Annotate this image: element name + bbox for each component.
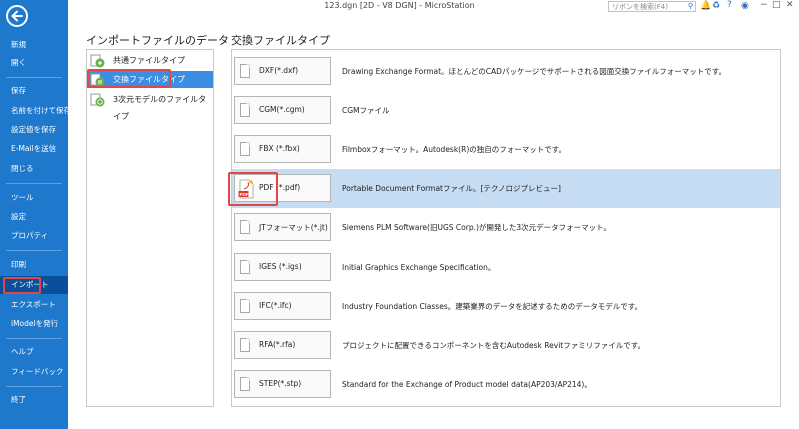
- sidebar-divider: [6, 250, 62, 251]
- file-type-row-jt[interactable]: JTフォーマット(*.jt) Siemens PLM Software(旧UGS…: [232, 208, 780, 247]
- file-type-row-fbx[interactable]: FBX (*.fbx) Filmboxフォーマット。Autodesk(R)の独自…: [232, 130, 780, 169]
- sidebar-item-save-as[interactable]: 名前を付けて保存: [0, 102, 71, 120]
- search-placeholder: リボンを検索(F4): [612, 3, 668, 11]
- file-type-description: Initial Graphics Exchange Specification。: [342, 263, 496, 272]
- file-type-row-ifc[interactable]: IFC(*.ifc) Industry Foundation Classes。建…: [232, 287, 780, 326]
- document-icon: [240, 142, 250, 156]
- category-3d-model-file-types[interactable]: 3次元モデルのファイルタイプ: [87, 91, 213, 121]
- file-type-description: CGMファイル: [342, 106, 390, 115]
- file-type-description: Industry Foundation Classes。建築業界のデータを記述す…: [342, 302, 642, 311]
- sidebar-divider: [6, 77, 62, 78]
- 3d-model-icon: [90, 93, 105, 107]
- sidebar-item-open[interactable]: 開く: [0, 54, 68, 72]
- highlight-box-import: [3, 277, 41, 294]
- highlight-box-exchange: [87, 69, 171, 88]
- sidebar-item-properties[interactable]: プロパティ: [0, 227, 68, 245]
- document-icon: [240, 220, 250, 234]
- category-label: 共通ファイルタイプ: [113, 56, 185, 65]
- sidebar-item-feedback[interactable]: フィードバック: [0, 363, 68, 381]
- sidebar-item-close[interactable]: 閉じる: [0, 160, 68, 178]
- file-type-row-step[interactable]: STEP(*.stp) Standard for the Exchange of…: [232, 365, 780, 404]
- import-cgm-button[interactable]: CGM(*.cgm): [234, 96, 331, 124]
- sidebar-divider: [6, 338, 62, 339]
- document-icon: [240, 103, 250, 117]
- exchange-file-type-list: DXF(*.dxf) Drawing Exchange Format。ほとんどの…: [231, 49, 781, 407]
- file-type-row-pdf[interactable]: PDF PDF (*.pdf) Portable Document Format…: [232, 169, 780, 208]
- file-type-label: IFC(*.ifc): [259, 301, 292, 310]
- document-icon: [240, 338, 250, 352]
- document-icon: [240, 260, 250, 274]
- file-type-label: FBX (*.fbx): [259, 144, 300, 153]
- import-fbx-button[interactable]: FBX (*.fbx): [234, 135, 331, 163]
- document-icon: [240, 64, 250, 78]
- help-icon[interactable]: ?: [727, 0, 732, 10]
- sidebar-item-save-settings[interactable]: 設定値を保存: [0, 121, 68, 139]
- sidebar-item-send-email[interactable]: E-Mailを送信: [0, 140, 68, 158]
- import-panel-title: インポートファイルのデータ: [86, 34, 229, 47]
- back-button[interactable]: [6, 5, 28, 27]
- import-jt-button[interactable]: JTフォーマット(*.jt): [234, 213, 331, 241]
- ribbon-search-input[interactable]: リボンを検索(F4) ⚲: [608, 1, 696, 12]
- sidebar-item-tools[interactable]: ツール: [0, 189, 68, 207]
- title-bar: 123.dgn [2D - V8 DGN] - MicroStation リボン…: [0, 0, 799, 14]
- file-type-description: Filmboxフォーマット。Autodesk(R)の独自のフォーマットです。: [342, 145, 566, 154]
- file-type-label: DXF(*.dxf): [259, 66, 299, 75]
- file-type-label: RFA(*.rfa): [259, 340, 296, 349]
- file-type-row-cgm[interactable]: CGM(*.cgm) CGMファイル: [232, 91, 780, 130]
- minimize-button[interactable]: −: [760, 0, 768, 10]
- import-iges-button[interactable]: IGES (*.igs): [234, 253, 331, 281]
- exchange-panel-title: 交換ファイルタイプ: [231, 34, 330, 47]
- file-type-label: STEP(*.stp): [259, 379, 302, 388]
- category-common-file-types[interactable]: 共通ファイルタイプ: [87, 52, 213, 69]
- sidebar-item-exit[interactable]: 終了: [0, 391, 68, 409]
- sidebar-item-publish-imodel[interactable]: iModelを発行: [0, 315, 68, 333]
- sidebar-item-export[interactable]: エクスポート: [0, 296, 68, 314]
- file-type-description: Portable Document Formatファイル。[テクノロジプレビュー…: [342, 184, 561, 193]
- highlight-box-pdf: [228, 172, 278, 206]
- import-step-button[interactable]: STEP(*.stp): [234, 370, 331, 398]
- user-icon[interactable]: ◉: [741, 1, 749, 11]
- import-ifc-button[interactable]: IFC(*.ifc): [234, 292, 331, 320]
- file-type-label: CGM(*.cgm): [259, 105, 305, 114]
- sidebar-item-print[interactable]: 印刷: [0, 256, 68, 274]
- file-type-row-iges[interactable]: IGES (*.igs) Initial Graphics Exchange S…: [232, 248, 780, 287]
- sidebar-item-help[interactable]: ヘルプ: [0, 343, 68, 361]
- backstage-sidebar: 新規 開く 保存 名前を付けて保存 設定値を保存 E-Mailを送信 閉じる ツ…: [0, 0, 71, 429]
- file-type-row-rfa[interactable]: RFA(*.rfa) プロジェクトに配置できるコンポーネントを含むAutodes…: [232, 326, 780, 365]
- import-category-list: 共通ファイルタイプ 交換ファイルタイプ 3次元モデルのファイルタイプ: [86, 49, 214, 407]
- document-icon: [240, 377, 250, 391]
- file-type-row-dxf[interactable]: DXF(*.dxf) Drawing Exchange Format。ほとんどの…: [232, 52, 780, 91]
- sync-icon[interactable]: ♻: [712, 1, 720, 11]
- file-type-description: Drawing Exchange Format。ほとんどのCADパッケージでサポ…: [342, 67, 727, 76]
- file-type-description: Siemens PLM Software(旧UGS Corp.)が開発した3次元…: [342, 223, 612, 232]
- file-type-description: Standard for the Exchange of Product mod…: [342, 380, 592, 389]
- sidebar-divider: [6, 183, 62, 184]
- sidebar-item-new[interactable]: 新規: [0, 36, 68, 54]
- import-rfa-button[interactable]: RFA(*.rfa): [234, 331, 331, 359]
- file-type-label: JTフォーマット(*.jt): [259, 223, 328, 232]
- file-type-label: IGES (*.igs): [259, 262, 302, 271]
- document-icon: [240, 299, 250, 313]
- close-button[interactable]: ✕: [786, 0, 794, 10]
- search-icon[interactable]: ⚲: [688, 2, 693, 10]
- sidebar-divider: [6, 386, 62, 387]
- sidebar-item-settings[interactable]: 設定: [0, 208, 68, 226]
- import-dxf-button[interactable]: DXF(*.dxf): [234, 57, 331, 85]
- back-arrow-icon: [11, 10, 23, 22]
- file-types-icon: [90, 54, 105, 68]
- notification-icon[interactable]: 🔔: [700, 1, 711, 11]
- maximize-button[interactable]: □: [772, 0, 781, 10]
- sidebar-item-save[interactable]: 保存: [0, 82, 68, 100]
- category-label: 3次元モデルのファイルタイプ: [113, 95, 207, 121]
- file-type-description: プロジェクトに配置できるコンポーネントを含むAutodesk Revitファミリ…: [342, 341, 645, 350]
